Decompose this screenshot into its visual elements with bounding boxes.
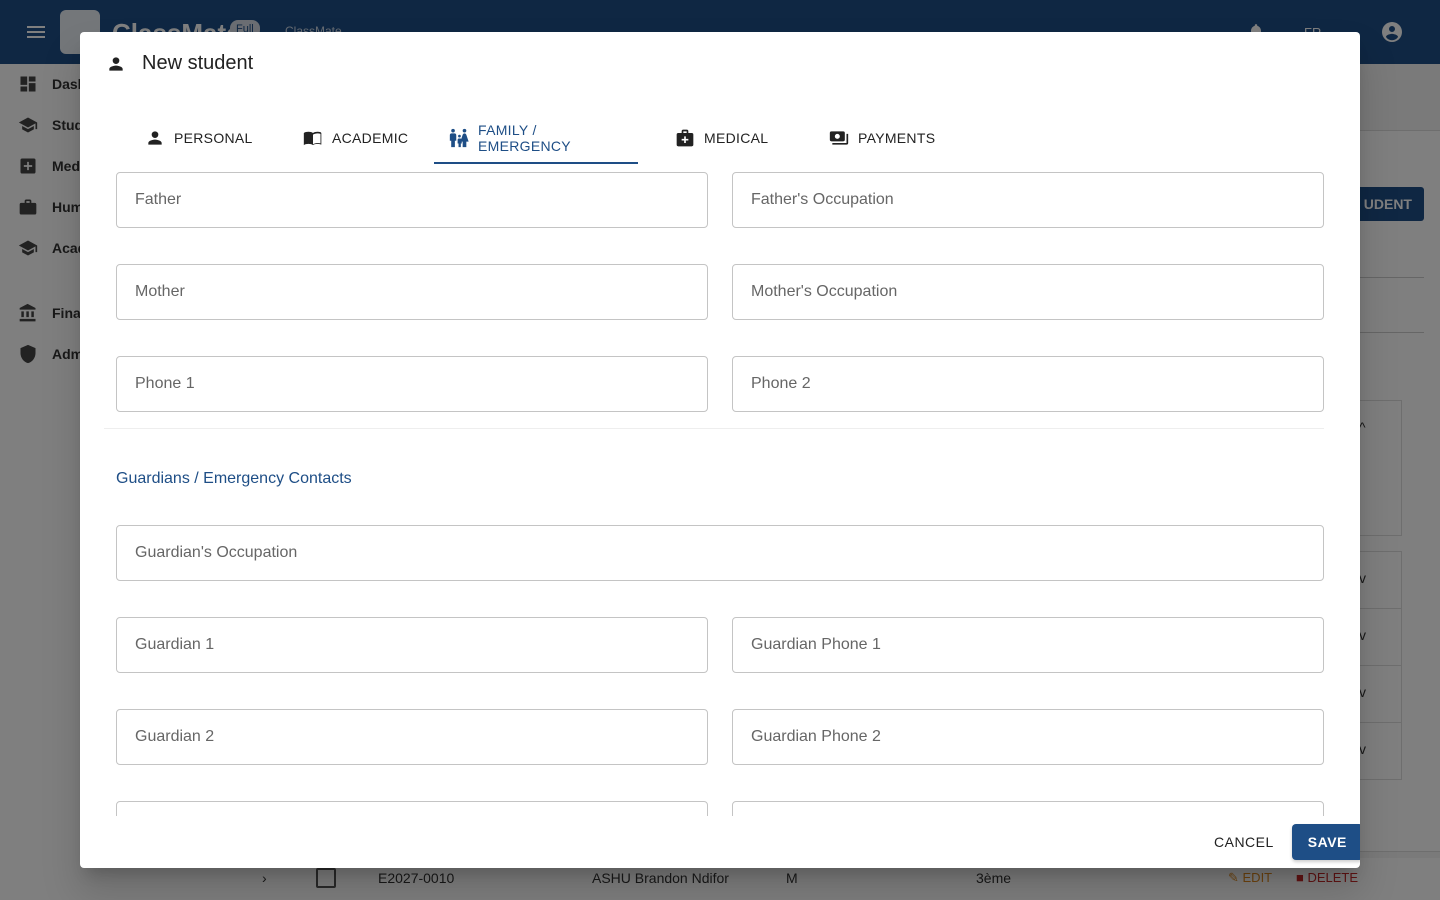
- mother-occupation-input[interactable]: [733, 265, 1323, 319]
- guardian-phone2-input[interactable]: [733, 710, 1323, 764]
- tab-label: PAYMENTS: [858, 130, 936, 146]
- guardian-occupation-input[interactable]: [117, 526, 1323, 580]
- dialog-title: New student: [106, 52, 253, 75]
- father-occupation-field[interactable]: [732, 172, 1324, 228]
- guardian-occupation-field[interactable]: [116, 525, 1324, 581]
- guardian-phone1-input[interactable]: [733, 618, 1323, 672]
- phone2-input[interactable]: [733, 357, 1323, 411]
- payments-icon: [828, 127, 850, 149]
- guardian1-input[interactable]: [117, 618, 707, 672]
- next-field[interactable]: [116, 801, 708, 816]
- tab-personal[interactable]: PERSONAL: [144, 112, 253, 164]
- guardian1-field[interactable]: [116, 617, 708, 673]
- new-student-dialog: New student PERSONAL ACADEMIC FAMILY / E…: [80, 32, 1360, 868]
- dialog-title-text: New student: [142, 52, 254, 74]
- guardian2-field[interactable]: [116, 709, 708, 765]
- medical-bag-icon: [674, 127, 696, 149]
- father-input[interactable]: [117, 173, 707, 227]
- family-icon: [448, 127, 470, 149]
- dialog-actions: CANCEL SAVE: [1200, 822, 1360, 862]
- tab-label: FAMILY / EMERGENCY: [478, 122, 571, 154]
- phone1-field[interactable]: [116, 356, 708, 412]
- tab-family-emergency[interactable]: FAMILY / EMERGENCY: [448, 112, 571, 164]
- tab-academic[interactable]: ACADEMIC: [302, 112, 408, 164]
- father-occupation-input[interactable]: [733, 173, 1323, 227]
- save-button[interactable]: SAVE: [1291, 824, 1360, 860]
- mother-input[interactable]: [117, 265, 707, 319]
- father-field[interactable]: [116, 172, 708, 228]
- guardian-phone1-field[interactable]: [732, 617, 1324, 673]
- book-icon: [302, 127, 324, 149]
- mother-occupation-field[interactable]: [732, 264, 1324, 320]
- guardians-section-title: Guardians / Emergency Contacts: [116, 470, 352, 487]
- next-field[interactable]: [732, 801, 1324, 816]
- family-form: Guardians / Emergency Contacts: [104, 172, 1336, 816]
- phone2-field[interactable]: [732, 356, 1324, 412]
- tab-medical[interactable]: MEDICAL: [674, 112, 768, 164]
- person-icon: [106, 54, 126, 74]
- tab-label: ACADEMIC: [332, 130, 409, 146]
- tab-label: MEDICAL: [704, 130, 769, 146]
- tab-label: PERSONAL: [174, 130, 253, 146]
- person-icon: [144, 127, 166, 149]
- guardian-phone2-field[interactable]: [732, 709, 1324, 765]
- guardian2-input[interactable]: [117, 710, 707, 764]
- mother-field[interactable]: [116, 264, 708, 320]
- section-divider: [104, 428, 1324, 429]
- cancel-button[interactable]: CANCEL: [1200, 826, 1288, 858]
- tab-payments[interactable]: PAYMENTS: [828, 112, 935, 164]
- active-tab-indicator: [434, 162, 638, 164]
- phone1-input[interactable]: [117, 357, 707, 411]
